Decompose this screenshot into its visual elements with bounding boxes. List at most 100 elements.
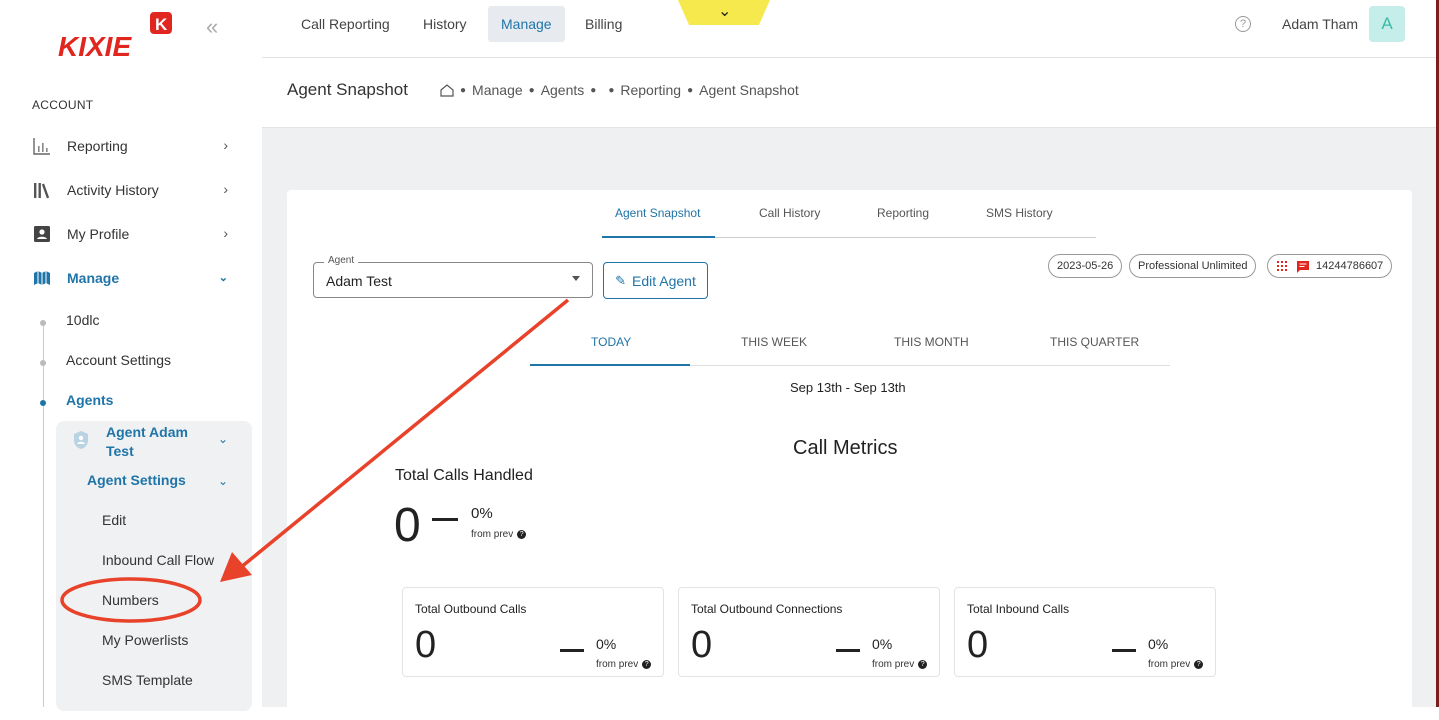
plan-chip: Professional Unlimited — [1129, 254, 1257, 278]
sidebar-item-reporting[interactable]: Reporting › — [32, 132, 232, 160]
agent-settings-my-powerlists[interactable]: My Powerlists — [102, 632, 188, 648]
agent-select-value: Adam Test — [326, 273, 392, 289]
trend-flat-icon — [836, 649, 860, 652]
total-calls-handled-value: 0 — [394, 499, 421, 552]
from-prev-text: from prev? — [1148, 659, 1204, 670]
date-chip: 2023-05-26 — [1048, 254, 1123, 278]
sidebar-item-label: Activity History — [67, 182, 159, 198]
tree-dot-active — [40, 400, 46, 406]
sidebar-sub-account-settings[interactable]: Account Settings — [66, 352, 171, 368]
sidebar-item-activity-history[interactable]: Activity History › — [32, 176, 232, 204]
tree-dot — [40, 320, 46, 326]
date-range: Sep 13th - Sep 13th — [790, 380, 906, 395]
metric-title: Total Inbound Calls — [967, 602, 1070, 616]
user-name[interactable]: Adam Tham — [1282, 16, 1358, 32]
chevron-right-icon: › — [223, 225, 228, 241]
from-prev-label: from prev — [471, 529, 514, 540]
brand-badge: K — [155, 15, 168, 34]
metric-value: 0 — [415, 624, 437, 666]
section-label: ACCOUNT — [32, 98, 94, 112]
agent-settings-numbers[interactable]: Numbers — [102, 592, 159, 608]
period-tab-today[interactable]: TODAY — [591, 335, 631, 349]
breadcrumb-item[interactable]: Agents — [541, 82, 585, 98]
help-icon[interactable]: ? — [1235, 16, 1251, 32]
metric-title: Total Outbound Calls — [415, 602, 527, 616]
content-tab-agent-snapshot[interactable]: Agent Snapshot — [615, 206, 700, 220]
tab-billing[interactable]: Billing — [572, 6, 635, 42]
tab-manage[interactable]: Manage — [488, 6, 565, 42]
chevron-down-icon[interactable]: ⌄ — [218, 474, 228, 488]
metric-value: 0 — [691, 624, 713, 666]
avatar[interactable]: A — [1369, 6, 1405, 42]
question-icon[interactable]: ? — [1194, 660, 1204, 669]
metric-value: 0 — [967, 624, 989, 666]
content-tab-reporting[interactable]: Reporting — [877, 206, 929, 220]
call-metrics-title: Call Metrics — [793, 437, 898, 459]
agent-name-item[interactable]: Agent Adam Test — [106, 423, 206, 461]
agent-settings-inbound-call-flow[interactable]: Inbound Call Flow — [102, 552, 214, 568]
agent-settings-item[interactable]: Agent Settings — [87, 472, 186, 488]
active-period-indicator — [530, 364, 690, 366]
question-icon[interactable]: ? — [517, 530, 527, 539]
from-prev-text: from prev? — [872, 659, 928, 670]
sidebar-sub-10dlc[interactable]: 10dlc — [66, 312, 99, 328]
period-tab-this-week[interactable]: THIS WEEK — [741, 335, 807, 349]
content-tab-sms-history[interactable]: SMS History — [986, 206, 1053, 220]
period-tab-this-month[interactable]: THIS MONTH — [894, 335, 969, 349]
sidebar-item-my-profile[interactable]: My Profile › — [32, 220, 232, 248]
phone-chip[interactable]: 14244786607 — [1267, 254, 1393, 278]
brand-name: KIXIE — [58, 31, 132, 60]
trend-flat-icon — [560, 649, 584, 652]
metric-card-outbound-connections: Total Outbound Connections 0 0% from pre… — [678, 587, 940, 677]
chevron-down-icon: ⌄ — [718, 3, 732, 20]
tree-line — [43, 320, 44, 707]
metric-pct: 0% — [596, 636, 617, 652]
trend-flat-icon — [1112, 649, 1136, 652]
agent-select-label: Agent — [324, 255, 359, 266]
from-prev-label: from prev — [596, 659, 639, 670]
from-prev-label: from prev — [1148, 659, 1191, 670]
chevron-down-icon[interactable]: ⌄ — [218, 432, 228, 446]
from-prev-text: from prev? — [596, 659, 652, 670]
home-icon[interactable] — [440, 83, 454, 97]
profile-card-icon — [32, 224, 52, 244]
metric-title: Total Outbound Connections — [691, 602, 843, 616]
edit-agent-label: Edit Agent — [632, 272, 696, 289]
sidebar-item-label: My Profile — [67, 226, 130, 242]
dialpad-icon — [1277, 261, 1287, 271]
tree-dot — [40, 360, 46, 366]
agent-settings-edit[interactable]: Edit — [102, 512, 126, 528]
from-prev-text: from prev? — [471, 529, 527, 540]
chevron-down-icon: ⌄ — [218, 272, 228, 284]
kixie-logo[interactable]: KIXIE K — [56, 12, 176, 60]
sidebar-item-label: Manage — [67, 270, 120, 286]
sidebar-item-manage[interactable]: Manage ⌄ — [32, 264, 232, 292]
breadcrumb-item[interactable]: Manage — [472, 82, 523, 98]
manage-icon — [32, 268, 52, 288]
bar-chart-icon — [32, 136, 52, 156]
breadcrumb-item[interactable]: Reporting — [620, 82, 681, 98]
tab-history[interactable]: History — [410, 6, 480, 42]
collapse-sidebar-icon[interactable]: « — [206, 14, 218, 40]
page-title: Agent Snapshot — [287, 80, 408, 99]
tab-call-reporting[interactable]: Call Reporting — [288, 6, 403, 42]
total-calls-pct: 0% — [471, 505, 493, 522]
pencil-icon: ✎ — [615, 272, 627, 288]
metric-card-inbound-calls: Total Inbound Calls 0 0% from prev? — [954, 587, 1216, 677]
question-icon[interactable]: ? — [642, 660, 652, 669]
phone-number: 14244786607 — [1316, 260, 1384, 272]
edit-agent-button[interactable]: ✎ Edit Agent — [603, 262, 708, 299]
from-prev-label: from prev — [872, 659, 915, 670]
breadcrumb: ● Manage ● Agents ● ● Reporting ● Agent … — [440, 82, 799, 98]
message-icon — [1297, 260, 1309, 273]
agent-select[interactable]: Agent Adam Test — [313, 255, 593, 298]
sidebar-sub-agents[interactable]: Agents — [66, 392, 113, 408]
active-tab-indicator — [602, 236, 715, 238]
content-tab-call-history[interactable]: Call History — [759, 206, 820, 220]
total-calls-handled-label: Total Calls Handled — [395, 467, 533, 484]
question-icon[interactable]: ? — [918, 660, 928, 669]
expand-panel-tab[interactable]: ⌄ — [678, 0, 770, 25]
period-tab-this-quarter[interactable]: THIS QUARTER — [1050, 335, 1139, 349]
agent-settings-sms-template[interactable]: SMS Template — [102, 672, 193, 688]
metric-pct: 0% — [872, 636, 893, 652]
